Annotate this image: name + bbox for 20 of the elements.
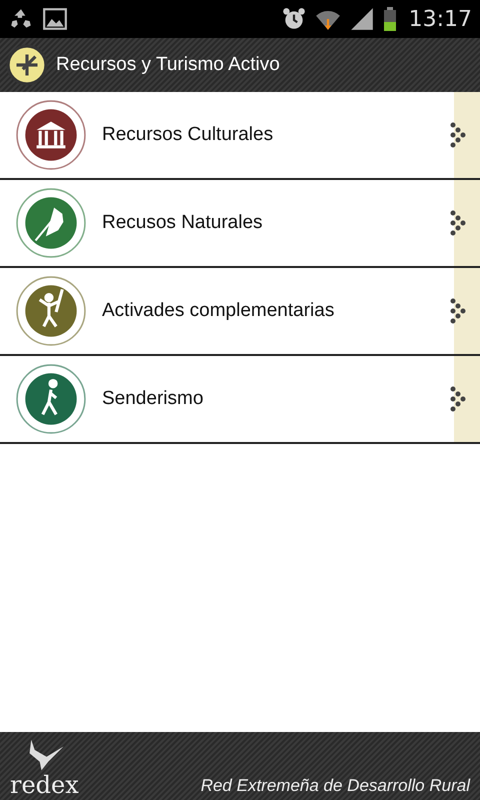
- list-item[interactable]: Senderismo: [0, 356, 480, 444]
- image-icon: [42, 6, 68, 32]
- battery-icon: [382, 7, 397, 31]
- screen-title: Recursos y Turismo Activo: [56, 54, 280, 76]
- list-item[interactable]: Activades complementarias: [0, 268, 480, 356]
- dotted-chevron-icon: [450, 210, 466, 236]
- signal-icon: [348, 6, 375, 32]
- item-label: Senderismo: [102, 388, 204, 410]
- list-item[interactable]: Recusos Naturales: [0, 180, 480, 268]
- dotted-chevron-icon: [450, 122, 466, 148]
- list-item[interactable]: Recursos Culturales: [0, 92, 480, 180]
- compass-icon[interactable]: [6, 44, 48, 86]
- clock: 13:17: [408, 6, 472, 32]
- dotted-chevron-icon: [450, 386, 466, 412]
- logo-text: redex: [10, 772, 79, 798]
- item-label: Activades complementarias: [102, 300, 336, 322]
- dotted-chevron-icon: [450, 298, 466, 324]
- tagline: Red Extremeña de Desarrollo Rural: [200, 776, 470, 796]
- item-label: Recusos Naturales: [102, 212, 264, 234]
- item-label: Recursos Culturales: [102, 124, 274, 146]
